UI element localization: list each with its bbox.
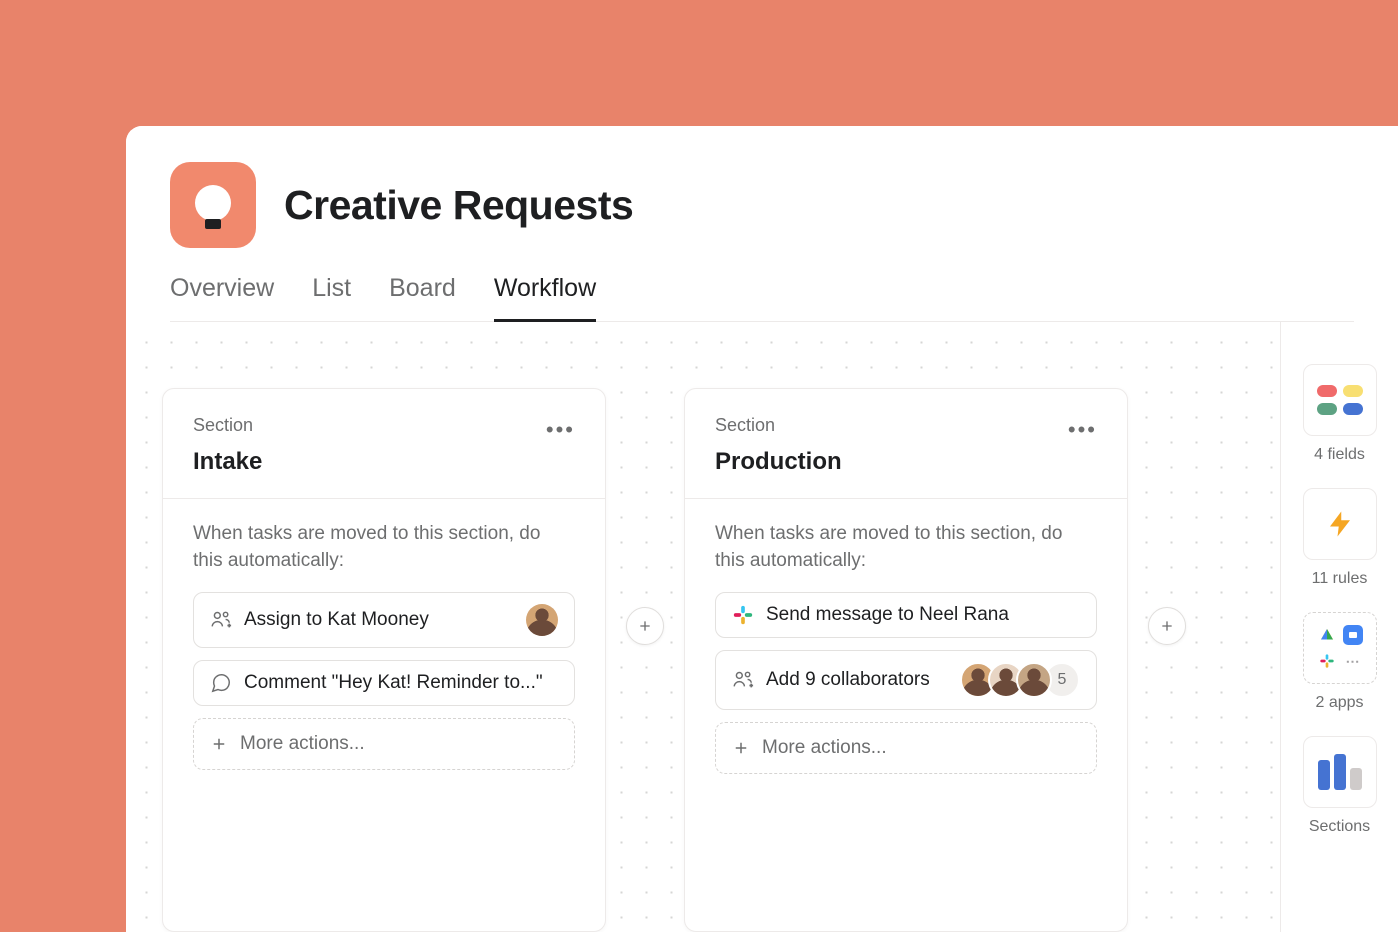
action-text: Assign to Kat Mooney: [244, 609, 429, 631]
section-label: Section: [715, 415, 842, 436]
rail-sections-card[interactable]: [1303, 736, 1377, 808]
assign-icon: [732, 669, 754, 691]
workflow-canvas[interactable]: Section Intake ••• When tasks are moved …: [126, 322, 1280, 932]
fields-icon: [1317, 385, 1363, 415]
section-label: Section: [193, 415, 262, 436]
rail-fields-card[interactable]: [1303, 364, 1377, 436]
plus-icon: [637, 618, 653, 634]
action-text: Add 9 collaborators: [766, 669, 930, 691]
plus-icon: [732, 739, 750, 757]
automation-description: When tasks are moved to this section, do…: [193, 521, 575, 574]
section-name: Production: [715, 448, 842, 476]
rail-sections-label: Sections: [1309, 818, 1370, 836]
rail-rules-card[interactable]: [1303, 488, 1377, 560]
more-actions-label: More actions...: [762, 737, 887, 759]
sections-icon: [1318, 754, 1362, 790]
assign-icon: [210, 609, 232, 631]
rail-rules-label: 11 rules: [1312, 570, 1368, 588]
tab-workflow[interactable]: Workflow: [494, 274, 596, 322]
right-rail: 4 fields 11 rules: [1280, 322, 1398, 932]
action-text: Comment "Hey Kat! Reminder to...": [244, 672, 543, 694]
avatar: [1016, 662, 1052, 698]
add-section-connector[interactable]: [1148, 607, 1186, 645]
tab-board[interactable]: Board: [389, 274, 456, 321]
plus-icon: [1159, 618, 1175, 634]
tab-overview[interactable]: Overview: [170, 274, 274, 321]
section-card-production: Section Production ••• When tasks are mo…: [684, 388, 1128, 932]
comment-icon: [210, 672, 232, 694]
bolt-icon: [1325, 507, 1355, 541]
action-text: Send message to Neel Rana: [766, 604, 1009, 626]
project-header: Creative Requests Overview List Board Wo…: [126, 126, 1398, 322]
section-more-icon[interactable]: •••: [546, 415, 575, 441]
slack-icon: [732, 604, 754, 626]
action-comment[interactable]: Comment "Hey Kat! Reminder to...": [193, 660, 575, 706]
project-title: Creative Requests: [284, 182, 633, 229]
project-icon: [170, 162, 256, 248]
more-actions-button[interactable]: More actions...: [193, 718, 575, 770]
tabs: Overview List Board Workflow: [170, 274, 1354, 322]
automation-description: When tasks are moved to this section, do…: [715, 521, 1097, 574]
action-slack-message[interactable]: Send message to Neel Rana: [715, 592, 1097, 638]
app-window: Creative Requests Overview List Board Wo…: [126, 126, 1398, 932]
rail-apps-label: 2 apps: [1315, 694, 1363, 712]
action-assign[interactable]: Assign to Kat Mooney: [193, 592, 575, 648]
avatar-stack: 5: [960, 662, 1080, 698]
tab-list[interactable]: List: [312, 274, 351, 321]
avatar: [526, 604, 558, 636]
plus-icon: [210, 735, 228, 753]
workflow-canvas-wrap: Section Intake ••• When tasks are moved …: [126, 322, 1398, 932]
more-actions-label: More actions...: [240, 733, 365, 755]
add-section-connector[interactable]: [626, 607, 664, 645]
more-actions-button[interactable]: More actions...: [715, 722, 1097, 774]
section-name: Intake: [193, 448, 262, 476]
section-card-intake: Section Intake ••• When tasks are moved …: [162, 388, 606, 932]
apps-icon: ⋯: [1317, 625, 1363, 671]
section-more-icon[interactable]: •••: [1068, 415, 1097, 441]
rail-fields-label: 4 fields: [1314, 446, 1365, 464]
rail-apps-card[interactable]: ⋯: [1303, 612, 1377, 684]
lightbulb-icon: [193, 185, 233, 225]
action-add-collaborators[interactable]: Add 9 collaborators 5: [715, 650, 1097, 710]
